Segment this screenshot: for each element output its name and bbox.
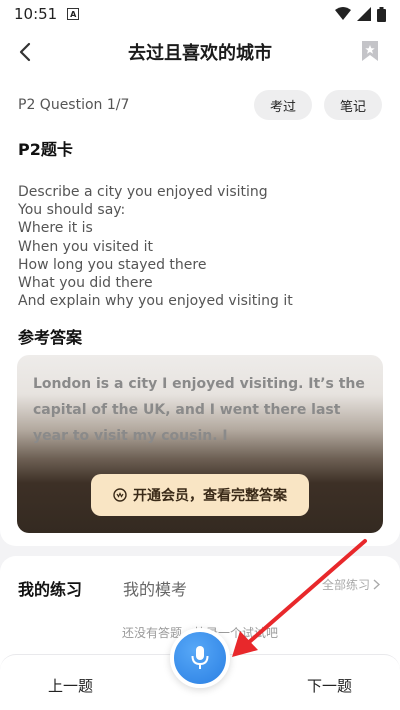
status-bar: 10:51 A (0, 0, 400, 28)
back-icon[interactable] (14, 40, 38, 64)
prompt-line: When you visited it (18, 238, 154, 255)
header: 去过且喜欢的城市 (0, 28, 400, 76)
status-time: 10:51 (14, 5, 58, 23)
prev-question-button[interactable]: 上一题 (48, 675, 93, 696)
status-icons (335, 6, 386, 22)
unlock-answer-button[interactable]: 开通会员，查看完整答案 (91, 474, 309, 516)
mic-icon (191, 646, 209, 669)
next-question-button[interactable]: 下一题 (307, 675, 352, 696)
cue-card-title: P2题卡 (18, 140, 73, 159)
question-label: P2 Question 1/7 (18, 97, 130, 113)
tab-my-mock[interactable]: 我的模考 (123, 576, 187, 600)
question-content: P2 Question 1/7 考过 笔记 P2题卡 Describe a ci… (0, 76, 400, 546)
prompt-line: How long you stayed there (18, 256, 207, 273)
bookmark-icon[interactable] (360, 40, 380, 62)
page-title: 去过且喜欢的城市 (128, 43, 272, 64)
notes-button[interactable]: 笔记 (323, 90, 382, 120)
signal-icon (357, 7, 371, 21)
answer-preview-text: London is a city I enjoyed visiting. It’… (33, 376, 365, 444)
answer-preview-box: London is a city I enjoyed visiting. It’… (17, 355, 383, 533)
all-practice-link[interactable]: 全部练习 (322, 576, 380, 593)
prompt-line: And explain why you enjoyed visiting it (18, 293, 293, 310)
tested-tag-button[interactable]: 考过 (253, 90, 312, 120)
record-mic-button[interactable] (170, 628, 230, 688)
tab-my-practice[interactable]: 我的练习 (18, 576, 82, 600)
wifi-icon (335, 7, 351, 20)
all-practice-label: 全部练习 (321, 578, 370, 592)
battery-icon (377, 6, 386, 22)
cue-card-prompt: Describe a city you enjoyed visiting You… (18, 183, 388, 310)
prompt-line: What you did there (18, 275, 153, 292)
prompt-line: You should say: (18, 202, 126, 219)
vip-crown-icon (113, 488, 127, 502)
notification-icon: A (67, 8, 80, 20)
question-row: P2 Question 1/7 考过 笔记 (18, 90, 382, 120)
prompt-line: Describe a city you enjoyed visiting (18, 184, 268, 200)
chevron-right-icon (373, 579, 380, 590)
answer-title: 参考答案 (18, 328, 83, 347)
prompt-line: Where it is (18, 220, 93, 237)
unlock-answer-label: 开通会员，查看完整答案 (133, 488, 287, 504)
